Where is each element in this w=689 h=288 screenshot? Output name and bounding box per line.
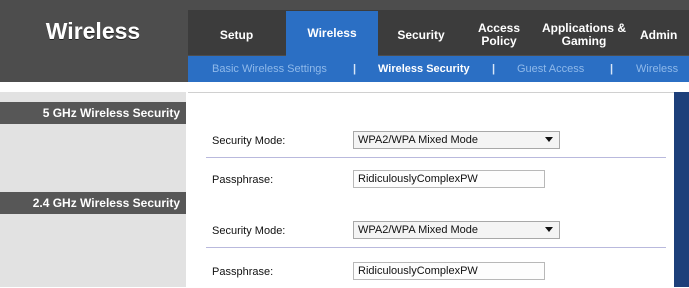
security-mode-select-5ghz[interactable]: WPA2/WPA Mixed Mode bbox=[353, 131, 560, 149]
tab-access-policy[interactable]: Access Policy bbox=[468, 14, 530, 56]
tab-wireless[interactable]: Wireless bbox=[286, 11, 378, 56]
passphrase-input-2-4ghz[interactable] bbox=[353, 262, 545, 280]
divider bbox=[206, 157, 666, 158]
passphrase-label-5ghz: Passphrase: bbox=[212, 174, 274, 186]
security-mode-label-2-4ghz: Security Mode: bbox=[212, 225, 286, 237]
subnav-wireless-security[interactable]: Wireless Security bbox=[378, 56, 470, 82]
chevron-down-icon bbox=[545, 137, 553, 142]
subnav-wireless[interactable]: Wireless bbox=[636, 56, 678, 82]
security-mode-label-5ghz: Security Mode: bbox=[212, 135, 286, 147]
section-label-2-4ghz: 2.4 GHz Wireless Security bbox=[0, 192, 186, 214]
tab-admin[interactable]: Admin bbox=[640, 14, 689, 56]
passphrase-label-2-4ghz: Passphrase: bbox=[212, 266, 274, 278]
subnav-guest-access[interactable]: Guest Access bbox=[517, 56, 584, 82]
security-mode-select-2-4ghz[interactable]: WPA2/WPA Mixed Mode bbox=[353, 221, 560, 239]
header-gap bbox=[0, 82, 689, 92]
subnav-separator: | bbox=[610, 63, 614, 75]
subnav-separator: | bbox=[353, 63, 357, 75]
page-title: Wireless bbox=[45, 17, 141, 44]
security-mode-value-5ghz: WPA2/WPA Mixed Mode bbox=[358, 134, 479, 146]
tab-applications-gaming[interactable]: Applications & Gaming bbox=[534, 14, 634, 56]
right-edge-bar bbox=[674, 92, 689, 287]
sidebar: 5 GHz Wireless Security 2.4 GHz Wireless… bbox=[0, 92, 186, 287]
divider bbox=[206, 247, 666, 248]
security-mode-value-2-4ghz: WPA2/WPA Mixed Mode bbox=[358, 224, 479, 236]
subnav-basic-wireless-settings[interactable]: Basic Wireless Settings bbox=[212, 56, 327, 82]
tab-setup[interactable]: Setup bbox=[189, 14, 284, 56]
section-label-5ghz: 5 GHz Wireless Security bbox=[0, 102, 186, 124]
passphrase-input-5ghz[interactable] bbox=[353, 170, 545, 188]
chevron-down-icon bbox=[545, 227, 553, 232]
main-panel: Security Mode: WPA2/WPA Mixed Mode Passp… bbox=[188, 92, 674, 288]
subnav-separator: | bbox=[492, 63, 496, 75]
tab-security[interactable]: Security bbox=[380, 14, 462, 56]
subnav-bar: Basic Wireless Settings | Wireless Secur… bbox=[188, 56, 689, 82]
